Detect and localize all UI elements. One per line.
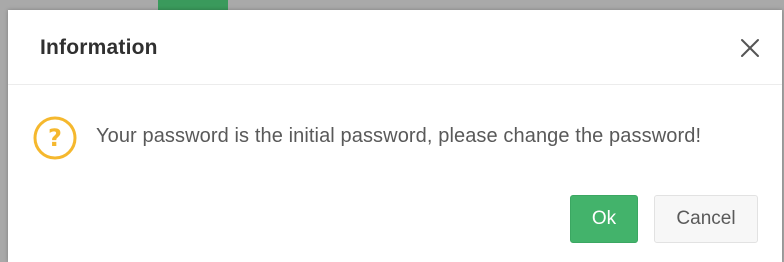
dialog-footer: Ok Cancel [8,195,782,245]
dialog-header: Information [8,10,782,85]
information-dialog: Information ? Your password is the initi… [8,10,782,262]
close-button[interactable] [738,36,762,60]
dialog-body: ? Your password is the initial password,… [8,85,782,185]
close-icon [741,39,759,57]
cancel-button[interactable]: Cancel [654,195,758,243]
svg-text:?: ? [48,124,62,152]
question-icon: ? [33,116,77,160]
ok-button[interactable]: Ok [570,195,638,243]
dialog-title: Information [40,36,158,59]
dialog-message: Your password is the initial password, p… [96,125,702,147]
